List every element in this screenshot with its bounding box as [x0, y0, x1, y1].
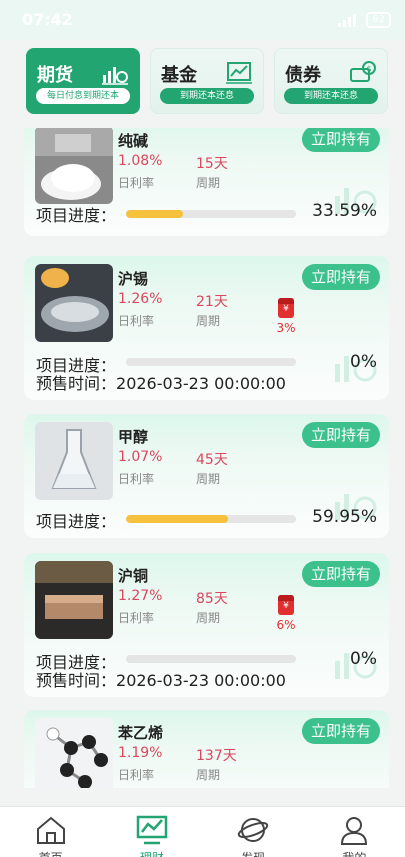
daily-rate: 1.19% [118, 745, 163, 761]
progress-value: 0% [350, 352, 377, 372]
red-packet-icon: ¥ [278, 595, 294, 615]
product-list[interactable]: 纯碱 1.08% 日利率 15天 周期 立即持有 项目进度： 33.59% 沪锡… [24, 128, 389, 788]
product-card[interactable]: 苯乙烯 1.19% 日利率 137天 周期 立即持有 [24, 710, 389, 788]
daily-rate: 1.27% [118, 588, 163, 604]
progress-label: 项目进度： [36, 206, 117, 225]
presale-label: 预售时间： [36, 374, 117, 393]
progress-bar [126, 655, 296, 663]
presale-time: 预售时间：2026-03-23 00:00:00 [36, 667, 286, 691]
daily-rate-label: 日利率 [118, 768, 155, 782]
tin-photo [35, 264, 113, 342]
progress-bar [126, 210, 296, 218]
period-label: 周期 [196, 314, 221, 328]
period: 21天 [196, 294, 228, 310]
nav-discover[interactable]: 发现 [203, 807, 304, 857]
period-label: 周期 [196, 472, 221, 486]
progress-value: 59.95% [312, 507, 377, 527]
bonus-percent: 3% [276, 321, 296, 335]
tab-futures[interactable]: 期货 每日付息到期还本 [26, 48, 140, 114]
copper-photo [35, 561, 113, 639]
hold-now-button[interactable]: 立即持有 [302, 128, 380, 152]
tab-bond[interactable]: 债券 $ 到期还本还息 [274, 48, 388, 114]
hold-now-button[interactable]: 立即持有 [302, 264, 380, 290]
tab-subtitle: 到期还本还息 [160, 88, 254, 104]
nav-profile-label: 我的 [304, 849, 405, 857]
product-card[interactable]: 甲醇 1.07% 日利率 45天 周期 立即持有 项目进度： 59.95% [24, 414, 389, 538]
presale-value: 2026-03-23 00:00:00 [116, 374, 286, 393]
progress-fill [126, 210, 184, 218]
product-name: 沪铜 [118, 567, 149, 585]
progress-bar [126, 515, 296, 523]
nav-profile[interactable]: 我的 [304, 807, 405, 857]
svg-text:$: $ [367, 65, 372, 74]
period-label: 周期 [196, 611, 221, 625]
signal-icon [338, 13, 360, 27]
hold-now-button[interactable]: 立即持有 [302, 561, 380, 587]
hold-now-button[interactable]: 立即持有 [302, 422, 380, 448]
product-name: 苯乙烯 [118, 724, 164, 742]
daily-rate: 1.07% [118, 449, 163, 465]
home-icon [36, 816, 65, 844]
styrene-molecule-photo [35, 718, 113, 788]
product-name: 甲醇 [118, 428, 149, 446]
tab-fund[interactable]: 基金 到期还本还息 [150, 48, 264, 114]
bottom-nav: 首页 理财 发现 我的 [0, 806, 405, 857]
red-packet-bonus: ¥ 3% [272, 298, 300, 335]
product-card[interactable]: 沪铜 1.27% 日利率 85天 周期 立即持有 ¥ 6% 项目进度： 0% 预… [24, 553, 389, 697]
methanol-flask-photo [35, 422, 113, 500]
product-card[interactable]: 沪锡 1.26% 日利率 21天 周期 立即持有 ¥ 3% 项目进度： 0% 预… [24, 256, 389, 400]
period: 15天 [196, 156, 228, 172]
progress-label: 项目进度： [36, 512, 117, 531]
period-label: 周期 [196, 768, 221, 782]
presale-label: 预售时间： [36, 671, 117, 690]
fund-chart-icon [226, 62, 252, 84]
daily-rate: 1.08% [118, 153, 163, 169]
bond-money-icon: $ [350, 61, 376, 82]
finance-chart-icon [136, 815, 168, 845]
bonus-percent: 6% [276, 618, 296, 632]
red-packet-icon: ¥ [278, 298, 294, 318]
period: 45天 [196, 452, 228, 468]
discover-planet-icon [237, 818, 269, 842]
daily-rate-label: 日利率 [118, 611, 155, 625]
soda-ash-photo [35, 128, 113, 204]
battery-icon: 62 [366, 12, 391, 28]
nav-home-label: 首页 [0, 849, 101, 857]
red-packet-bonus: ¥ 6% [272, 595, 300, 632]
nav-finance[interactable]: 理财 [101, 807, 202, 857]
nav-discover-label: 发现 [203, 849, 304, 857]
tab-subtitle: 到期还本还息 [284, 88, 378, 104]
status-time: 07:42 [22, 10, 73, 29]
hold-now-button[interactable]: 立即持有 [302, 718, 380, 744]
daily-rate-label: 日利率 [118, 314, 155, 328]
product-name: 沪锡 [118, 270, 149, 288]
product-name: 纯碱 [118, 132, 149, 150]
daily-rate: 1.26% [118, 291, 163, 307]
product-card[interactable]: 纯碱 1.08% 日利率 15天 周期 立即持有 项目进度： 33.59% [24, 128, 389, 236]
progress-value: 33.59% [312, 201, 377, 221]
nav-finance-label: 理财 [101, 849, 202, 857]
daily-rate-label: 日利率 [118, 472, 155, 486]
presale-time: 预售时间：2026-03-23 00:00:00 [36, 370, 286, 394]
progress-value: 0% [350, 649, 377, 669]
progress-fill [126, 515, 228, 523]
status-icons: 62 [338, 12, 391, 28]
period: 85天 [196, 591, 228, 607]
period: 137天 [196, 748, 237, 764]
status-bar: 07:42 62 [0, 0, 405, 40]
tab-subtitle: 每日付息到期还本 [36, 88, 130, 104]
category-tabs: 期货 每日付息到期还本 基金 到期还本还息 债券 $ 到期还本还息 [0, 40, 405, 128]
progress-bar [126, 358, 296, 366]
period-label: 周期 [196, 176, 221, 190]
tab-label: 债券 [285, 65, 321, 86]
daily-rate-label: 日利率 [118, 176, 155, 190]
tab-label: 基金 [161, 65, 197, 86]
tab-label: 期货 [37, 65, 73, 86]
presale-value: 2026-03-23 00:00:00 [116, 671, 286, 690]
profile-icon [341, 817, 368, 845]
chart-bars-clock-icon [102, 67, 128, 85]
nav-home[interactable]: 首页 [0, 807, 101, 857]
